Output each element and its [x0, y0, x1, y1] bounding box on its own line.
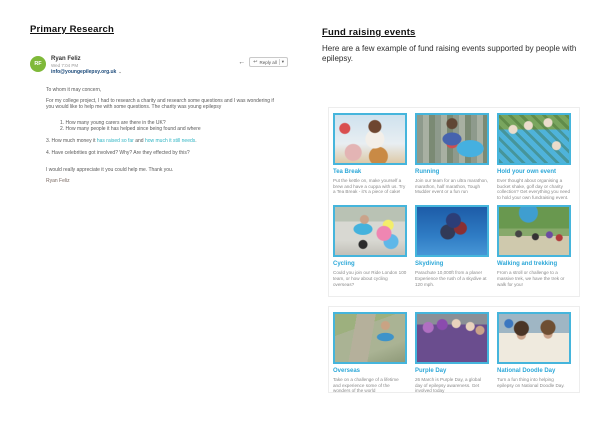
skydiving-photo[interactable]	[415, 205, 489, 257]
email-greeting: To whom it may concern,	[46, 87, 278, 93]
event-title-link[interactable]: Purple Day	[415, 368, 489, 375]
sender-address-link[interactable]: info@youngepilepsy.org.uk⌄	[51, 69, 122, 75]
event-title-link[interactable]: Walking and trekking	[497, 261, 571, 268]
event-description: Parachute 10,000ft from a plane! Experie…	[415, 270, 489, 287]
doodle-day-photo[interactable]	[497, 312, 571, 364]
email-actions: ← ↩ Reply all ▾	[238, 57, 288, 67]
cycling-photo[interactable]	[333, 205, 407, 257]
email-question: 2. How many people it has helped since b…	[60, 126, 278, 132]
email-question-3: 3. How much money it has raised so far a…	[46, 138, 278, 144]
purple-day-photo[interactable]	[415, 312, 489, 364]
event-card[interactable]: Tea Break Put the kettle on, make yourse…	[333, 113, 407, 200]
reply-all-icon: ↩	[253, 59, 257, 65]
email-question-4: 4. Have celebrities got involved? Why? A…	[46, 150, 278, 156]
email-intro-paragraph: For my college project, I had to researc…	[46, 98, 278, 110]
event-title-link[interactable]: Skydiving	[415, 261, 489, 268]
email-header: RF Ryan Feliz Wed 7:04 PM info@youngepil…	[30, 56, 288, 75]
fundraising-intro-paragraph: Here are a few example of fund raising e…	[322, 44, 582, 64]
event-description: Join our team for an ultra marathon, mar…	[415, 178, 489, 195]
q3-text: 3. How much money it	[46, 138, 97, 144]
event-description: Put the kettle on, make yourself a brew …	[333, 178, 407, 195]
q3-text: and	[134, 138, 145, 144]
sender-avatar: RF	[30, 56, 46, 72]
event-description: 26 March is Purple Day, a global day of …	[415, 377, 489, 394]
sender-address-text: info@youngepilepsy.org.uk	[51, 69, 116, 75]
event-card[interactable]: Walking and trekking From a stroll or ch…	[497, 205, 571, 287]
event-card[interactable]: Overseas Take on a challenge of a lifeti…	[333, 312, 407, 394]
event-card[interactable]: Skydiving Parachute 10,000ft from a plan…	[415, 205, 489, 287]
q3-highlight-2: how much it still needs	[145, 138, 195, 144]
event-card[interactable]: Hold your own event Ever thought about o…	[497, 113, 571, 200]
email-signature: Ryan Feliz	[46, 178, 278, 184]
reply-all-button[interactable]: ↩ Reply all ▾	[249, 57, 288, 67]
divider	[279, 59, 280, 65]
sender-name: Ryan Feliz	[51, 56, 122, 63]
reply-all-label: Reply all	[259, 60, 276, 65]
event-card[interactable]: Running Join our team for an ultra marat…	[415, 113, 489, 200]
email-screenshot: RF Ryan Feliz Wed 7:04 PM info@youngepil…	[30, 56, 288, 184]
chevron-down-icon[interactable]: ⌄	[118, 69, 121, 74]
event-title-link[interactable]: Hold your own event	[497, 169, 571, 176]
event-title-link[interactable]: Overseas	[333, 368, 407, 375]
running-photo[interactable]	[415, 113, 489, 165]
email-body: To whom it may concern, For my college p…	[46, 87, 278, 184]
event-description: Take on a challenge of a lifetime and ex…	[333, 377, 407, 394]
events-row-1: Tea Break Put the kettle on, make yourse…	[329, 108, 579, 200]
event-card[interactable]: Cycling Could you join our Ride London 1…	[333, 205, 407, 287]
family-event-photo[interactable]	[497, 113, 571, 165]
event-title-link[interactable]: Running	[415, 169, 489, 176]
events-row-3: Overseas Take on a challenge of a lifeti…	[329, 307, 579, 394]
event-title-link[interactable]: National Doodle Day	[497, 368, 571, 375]
back-arrow-icon[interactable]: ←	[238, 59, 245, 66]
event-description: Ever thought about organising a bucket s…	[497, 178, 571, 200]
event-card[interactable]: National Doodle Day Turn a fun thing int…	[497, 312, 571, 394]
primary-research-heading: Primary Research	[30, 24, 114, 35]
walking-photo[interactable]	[497, 205, 571, 257]
events-row-2: Cycling Could you join our Ride London 1…	[329, 200, 579, 287]
event-description: Could you join our Ride London 100 team,…	[333, 270, 407, 287]
email-closing: I would really appreciate it you could h…	[46, 167, 278, 173]
email-meta: Ryan Feliz Wed 7:04 PM info@youngepileps…	[51, 56, 122, 75]
event-card[interactable]: Purple Day 26 March is Purple Day, a glo…	[415, 312, 489, 394]
event-description: From a stroll or challenge to a massive …	[497, 270, 571, 287]
q3-text: .	[195, 138, 196, 144]
events-panel-bottom: Overseas Take on a challenge of a lifeti…	[328, 306, 580, 393]
events-panel-top: Tea Break Put the kettle on, make yourse…	[328, 107, 580, 297]
event-description: Turn a fun thing into helping epilepsy o…	[497, 377, 571, 388]
overseas-photo[interactable]	[333, 312, 407, 364]
event-title-link[interactable]: Cycling	[333, 261, 407, 268]
q3-highlight-1: has raised so far	[97, 138, 134, 144]
fundraising-events-heading: Fund raising events	[322, 27, 416, 38]
tea-break-photo[interactable]	[333, 113, 407, 165]
document-page: Primary Research RF Ryan Feliz Wed 7:04 …	[0, 0, 600, 424]
event-title-link[interactable]: Tea Break	[333, 169, 407, 176]
reply-options-dropdown-icon[interactable]: ▾	[282, 59, 284, 65]
email-question-list: 1. How many young carers are there in th…	[60, 120, 278, 132]
